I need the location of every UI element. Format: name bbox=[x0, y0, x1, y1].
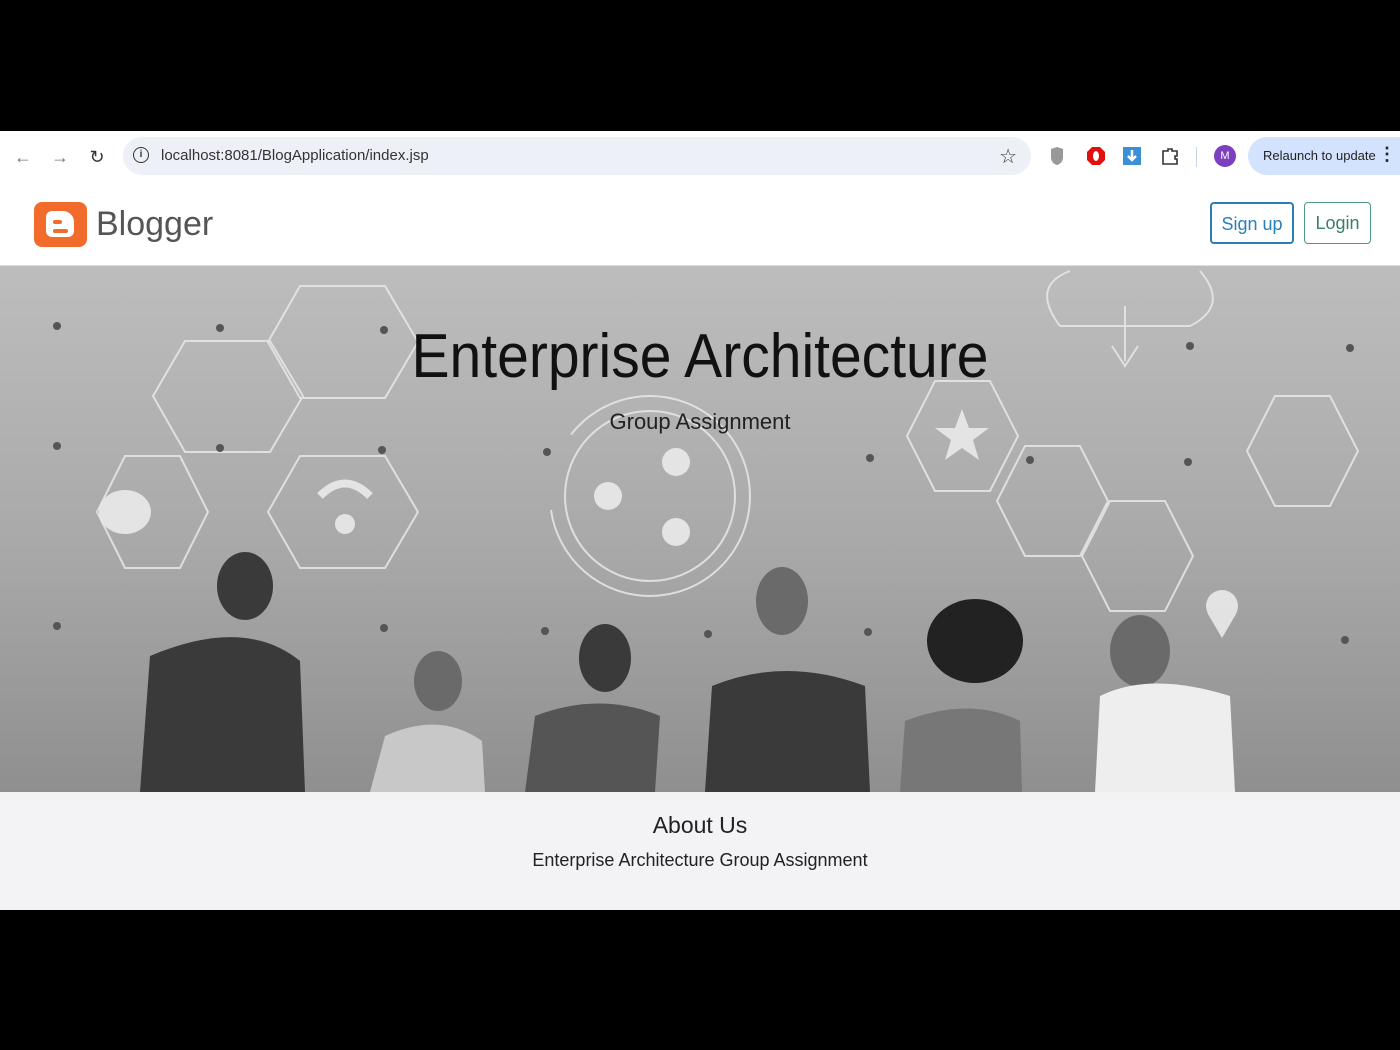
login-button[interactable]: Login bbox=[1304, 202, 1371, 244]
hero-banner: Enterprise Architecture Group Assignment bbox=[0, 266, 1400, 792]
site-header: Blogger Sign up Login bbox=[0, 183, 1400, 266]
download-extension-icon[interactable] bbox=[1123, 146, 1143, 166]
profile-avatar[interactable]: M bbox=[1214, 145, 1236, 167]
puzzle-extensions-icon[interactable] bbox=[1160, 146, 1180, 166]
reload-icon[interactable]: ↻ bbox=[85, 145, 109, 169]
hero-title: Enterprise Architecture bbox=[411, 322, 989, 391]
relaunch-button[interactable]: Relaunch to update ⋮ bbox=[1248, 137, 1400, 175]
star-icon[interactable]: ☆ bbox=[999, 144, 1017, 169]
blogger-logo-icon[interactable] bbox=[34, 202, 87, 247]
sign-up-button[interactable]: Sign up bbox=[1210, 202, 1294, 244]
brand-name[interactable]: Blogger bbox=[96, 205, 213, 244]
relaunch-label: Relaunch to update bbox=[1263, 148, 1376, 163]
kebab-menu-icon[interactable]: ⋮ bbox=[1378, 144, 1396, 165]
forward-icon[interactable]: → bbox=[48, 145, 72, 169]
about-title: About Us bbox=[652, 812, 748, 838]
about-section: About Us Enterprise Architecture Group A… bbox=[0, 792, 1400, 910]
about-text: Enterprise Architecture Group Assignment bbox=[532, 850, 868, 870]
address-bar[interactable]: i localhost:8081/BlogApplication/index.j… bbox=[123, 137, 1031, 175]
shield-extension-icon[interactable] bbox=[1050, 146, 1070, 166]
toolbar-divider bbox=[1196, 147, 1197, 167]
info-icon[interactable]: i bbox=[133, 147, 149, 163]
back-icon[interactable]: ← bbox=[11, 145, 35, 169]
hero-subtitle: Group Assignment bbox=[609, 409, 791, 434]
browser-toolbar: ← → ↻ i localhost:8081/BlogApplication/i… bbox=[0, 131, 1400, 184]
page: Blogger Sign up Login Enterprise Archite… bbox=[0, 183, 1400, 910]
opera-extension-icon[interactable] bbox=[1086, 146, 1106, 166]
url-text[interactable]: localhost:8081/BlogApplication/index.jsp bbox=[161, 147, 429, 164]
